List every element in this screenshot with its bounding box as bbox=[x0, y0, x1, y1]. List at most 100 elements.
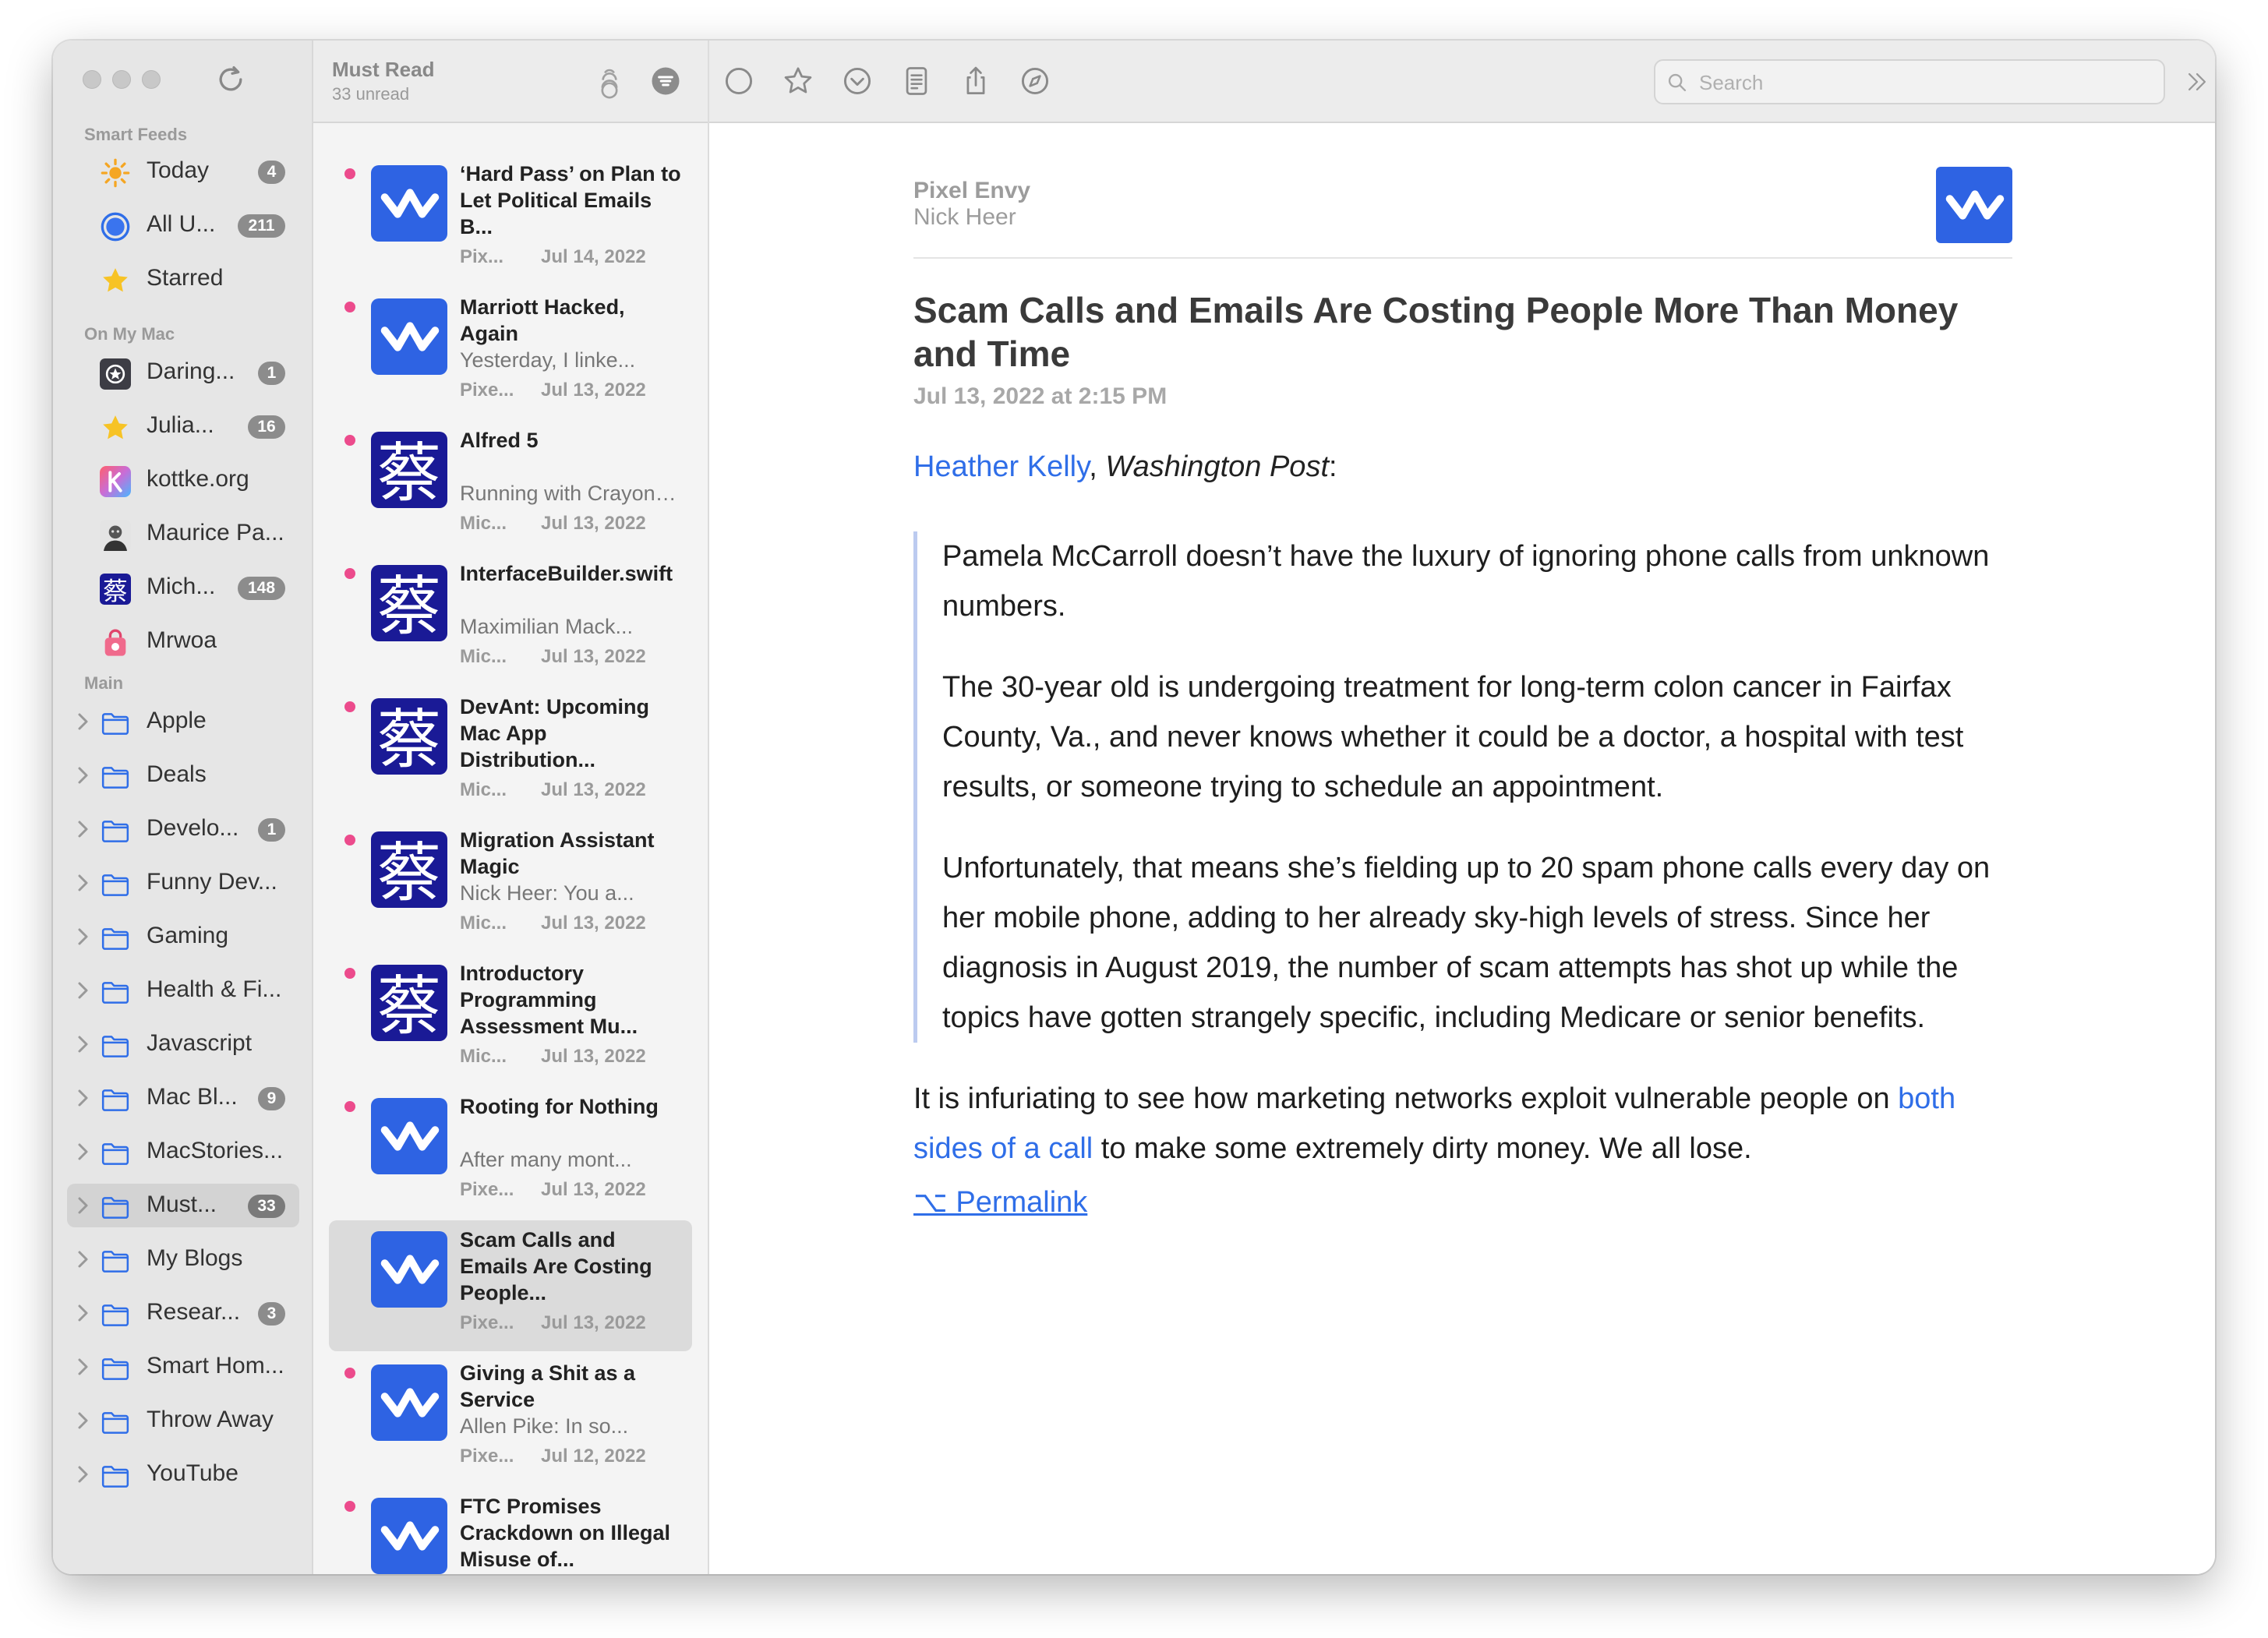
sidebar-item-kottke-org[interactable]: kottke.org bbox=[67, 458, 299, 502]
sidebar-item-maurice-pa[interactable]: Maurice Pa... bbox=[67, 512, 299, 556]
sidebar-item-throw-away[interactable]: Throw Away bbox=[67, 1399, 299, 1442]
disclosure-chevron-icon[interactable] bbox=[75, 1087, 90, 1109]
list-item-summary: Allen Pike: In so... bbox=[460, 1414, 629, 1438]
disclosure-chevron-icon[interactable] bbox=[75, 1141, 90, 1163]
list-item[interactable]: Rooting for Nothing After many mont... Pix… bbox=[329, 1087, 692, 1218]
disclosure-chevron-icon[interactable] bbox=[75, 1410, 90, 1431]
sidebar-item-all-u[interactable]: All U... 211 bbox=[67, 203, 299, 247]
folder-icon bbox=[100, 1245, 131, 1276]
folder-icon bbox=[100, 1353, 131, 1384]
sidebar-item-smart-hom[interactable]: Smart Hom... bbox=[67, 1345, 299, 1389]
pixel-envy-logo bbox=[371, 1098, 447, 1174]
mark-all-read-icon[interactable] bbox=[594, 65, 625, 100]
sidebar-item-mac-bl[interactable]: Mac Bl... 9 bbox=[67, 1076, 299, 1120]
sidebar-item-today[interactable]: Today 4 bbox=[67, 150, 299, 193]
sidebar-item-mich[interactable]: 蔡 Mich... 148 bbox=[67, 566, 299, 609]
cai-icon: 蔡 bbox=[100, 574, 131, 605]
star-icon[interactable] bbox=[781, 64, 815, 98]
sidebar-item-macstories[interactable]: MacStories... bbox=[67, 1130, 299, 1174]
list-item-date: Jul 13, 2022 bbox=[541, 646, 646, 667]
list-item[interactable]: 蔡 DevAnt: Upcoming Mac App Distribution..… bbox=[329, 687, 692, 818]
header-divider bbox=[913, 257, 2012, 259]
list-item-title: InterfaceBuilder.swift bbox=[460, 562, 673, 585]
mark-unread-icon[interactable] bbox=[722, 64, 756, 98]
list-item-date: Jul 13, 2022 bbox=[541, 1046, 646, 1067]
list-item[interactable]: 蔡 Alfred 5 Running with Crayons: The Wo...… bbox=[329, 421, 692, 552]
list-item-date: Jul 14, 2022 bbox=[541, 246, 646, 267]
list-item[interactable]: FTC Promises Crackdown on Illegal Misuse… bbox=[329, 1487, 692, 1574]
sidebar-item-youtube[interactable]: YouTube bbox=[67, 1453, 299, 1496]
disclosure-chevron-icon[interactable] bbox=[75, 1463, 90, 1485]
list-item[interactable]: 蔡 Introductory Programming Assessment Mu.… bbox=[329, 954, 692, 1085]
disclosure-chevron-icon[interactable] bbox=[75, 1033, 90, 1055]
zoom-window-button[interactable] bbox=[142, 70, 161, 89]
sidebar-item-label: Gaming bbox=[147, 923, 229, 948]
sidebar-item-label: Resear... bbox=[147, 1299, 241, 1325]
sidebar-item-label: Health & Fi... bbox=[147, 976, 282, 1002]
disclosure-chevron-icon[interactable] bbox=[75, 818, 90, 840]
article-feed-name[interactable]: Pixel Envy bbox=[913, 178, 1030, 204]
close-window-button[interactable] bbox=[83, 70, 101, 89]
folder-icon bbox=[100, 1138, 131, 1169]
list-item[interactable]: 蔡 InterfaceBuilder.swift Maximilian Mack..… bbox=[329, 554, 692, 685]
search-icon bbox=[1668, 73, 1687, 92]
minimize-window-button[interactable] bbox=[112, 70, 131, 89]
sidebar-item-funny-dev[interactable]: Funny Dev... bbox=[67, 861, 299, 905]
source-publication: Washington Post bbox=[1105, 450, 1329, 483]
disclosure-chevron-icon[interactable] bbox=[75, 1302, 90, 1324]
article-author: Nick Heer bbox=[913, 204, 1016, 230]
disclosure-chevron-icon[interactable] bbox=[75, 926, 90, 948]
sidebar-item-mrwoa[interactable]: Mrwoa bbox=[67, 620, 299, 663]
sidebar-item-health-fi[interactable]: Health & Fi... bbox=[67, 969, 299, 1012]
list-item-summary: Running with Crayons: The Wo... bbox=[460, 482, 686, 505]
sidebar-item-label: Throw Away bbox=[147, 1407, 274, 1432]
share-icon[interactable] bbox=[959, 64, 993, 98]
sidebar-item-label: Javascript bbox=[147, 1030, 253, 1056]
disclosure-chevron-icon[interactable] bbox=[75, 1248, 90, 1270]
disclosure-chevron-icon[interactable] bbox=[75, 980, 90, 1001]
list-item-source: Pixe... bbox=[460, 1312, 514, 1333]
svg-text:蔡: 蔡 bbox=[377, 703, 441, 775]
sidebar-item-julia[interactable]: Julia... 16 bbox=[67, 404, 299, 448]
sidebar-item-must[interactable]: Must... 33 bbox=[67, 1184, 299, 1227]
list-item-date: Jul 13, 2022 bbox=[541, 513, 646, 534]
sidebar-item-my-blogs[interactable]: My Blogs bbox=[67, 1237, 299, 1281]
sidebar-item-javascript[interactable]: Javascript bbox=[67, 1022, 299, 1066]
filter-read-icon[interactable] bbox=[650, 65, 681, 97]
disclosure-chevron-icon[interactable] bbox=[75, 764, 90, 786]
list-item[interactable]: Marriott Hacked, Again Yesterday, I linke… bbox=[329, 288, 692, 418]
sidebar-item-develo[interactable]: Develo... 1 bbox=[67, 807, 299, 851]
app-window: Smart Feeds Today 4 All U... 211 Starred On … bbox=[53, 41, 2215, 1574]
folder-icon bbox=[100, 923, 131, 954]
sidebar-item-gaming[interactable]: Gaming bbox=[67, 915, 299, 958]
list-item[interactable]: Scam Calls and Emails Are Costing People… bbox=[329, 1220, 692, 1351]
sidebar-item-resear[interactable]: Resear... 3 bbox=[67, 1291, 299, 1335]
reader-view-icon[interactable] bbox=[899, 64, 934, 98]
list-item[interactable]: 蔡 Migration Assistant Magic Nick Heer: You… bbox=[329, 821, 692, 951]
refresh-icon[interactable] bbox=[214, 62, 248, 97]
star-icon bbox=[100, 265, 131, 296]
disclosure-chevron-icon[interactable] bbox=[75, 1356, 90, 1378]
chevron-double-right-icon[interactable] bbox=[2184, 70, 2210, 94]
sidebar-item-daring[interactable]: Daring... 1 bbox=[67, 351, 299, 394]
list-item[interactable]: Giving a Shit as a Service Allen Pike: In… bbox=[329, 1354, 692, 1484]
pixel-envy-logo bbox=[371, 1364, 447, 1441]
unread-dot-icon bbox=[344, 168, 355, 179]
sidebar-item-deals[interactable]: Deals bbox=[67, 754, 299, 797]
sidebar-item-label: Must... bbox=[147, 1191, 217, 1217]
next-unread-icon[interactable] bbox=[840, 64, 874, 98]
folder-icon bbox=[100, 708, 131, 739]
list-title: Must Read bbox=[332, 58, 435, 81]
source-author-link[interactable]: Heather Kelly bbox=[913, 450, 1089, 483]
disclosure-chevron-icon[interactable] bbox=[75, 711, 90, 733]
list-item-title: Rooting for Nothing bbox=[460, 1095, 659, 1118]
search-input[interactable] bbox=[1699, 69, 2151, 97]
permalink-link[interactable]: ⌥ Permalink bbox=[913, 1184, 1087, 1220]
search-field[interactable] bbox=[1654, 59, 2165, 104]
sidebar-item-starred[interactable]: Starred bbox=[67, 257, 299, 301]
sidebar-item-apple[interactable]: Apple bbox=[67, 700, 299, 743]
disclosure-chevron-icon[interactable] bbox=[75, 1195, 90, 1216]
list-item[interactable]: ‘Hard Pass’ on Plan to Let Political Ema… bbox=[329, 154, 692, 285]
open-in-browser-icon[interactable] bbox=[1018, 64, 1052, 98]
disclosure-chevron-icon[interactable] bbox=[75, 872, 90, 894]
